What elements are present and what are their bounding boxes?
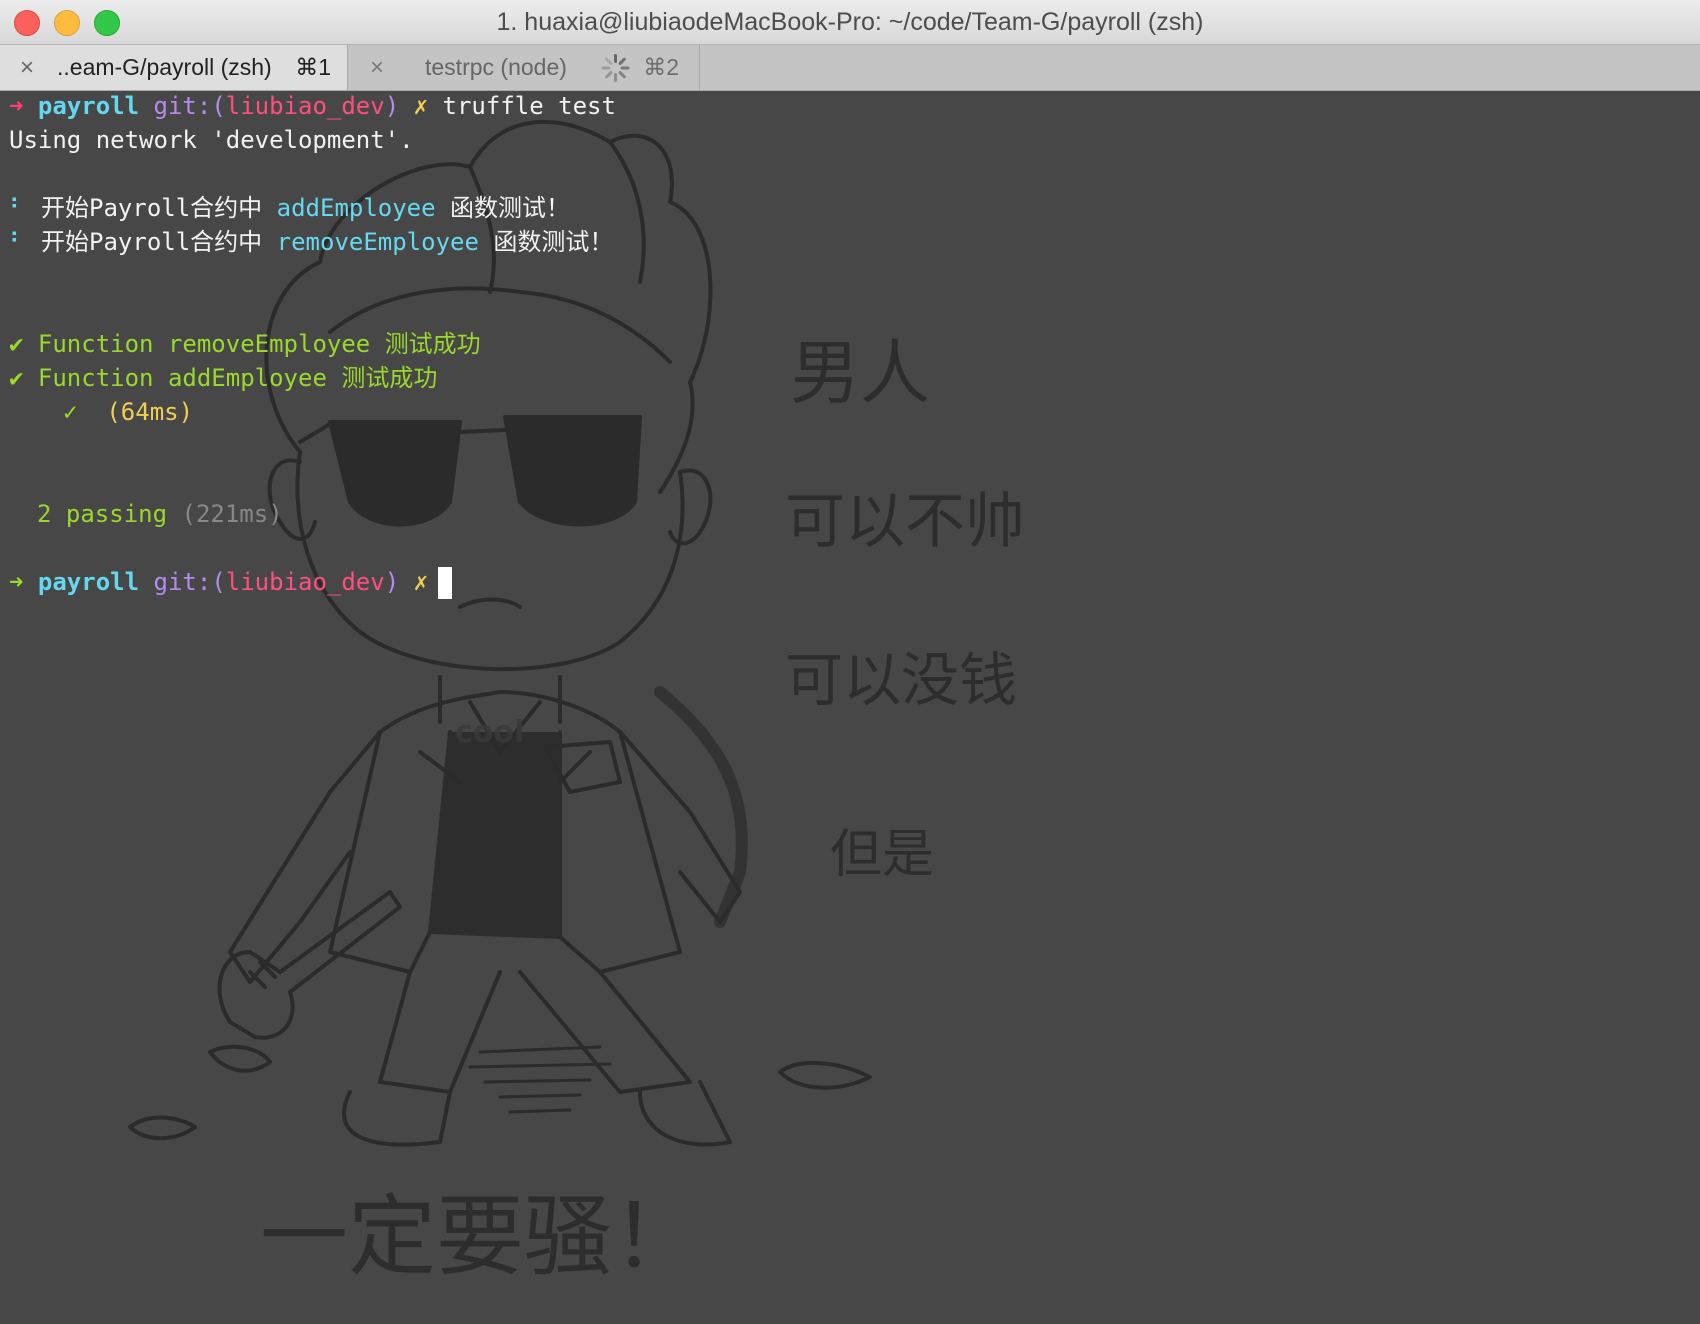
test-start-line-remove: ⠃ 开始Payroll合约中 removeEmployee 函数测试！ — [9, 225, 613, 259]
test-start-line-add: ⠃ 开始Payroll合约中 addEmployee 函数测试！ — [9, 191, 570, 225]
art-text-2: 可以不帅 — [785, 487, 1025, 557]
title-bar[interactable]: 1. huaxia@liubiaodeMacBook-Pro: ~/code/T… — [0, 0, 1700, 45]
terminal-window: 1. huaxia@liubiaodeMacBook-Pro: ~/code/T… — [0, 0, 1700, 1324]
git-suffix: ) — [384, 92, 400, 120]
prompt-arrow-icon: ➜ — [9, 568, 24, 596]
tab-shortcut: ⌘1 — [295, 54, 331, 80]
pass-text: Function addEmployee 测试成功 — [37, 364, 438, 392]
art-text-5: 一定要骚！ — [260, 1185, 700, 1288]
close-tab-icon[interactable]: × — [364, 45, 390, 90]
background-illustration: cool 男人 可以不帅 可以没钱 但是 一定要骚！ — [128, 119, 1025, 1288]
close-tab-icon[interactable]: × — [14, 45, 40, 90]
timing-line: ✓ (64ms) — [63, 395, 193, 429]
spinner-dots-icon: ⠃ — [9, 228, 27, 256]
spinner-dots-icon: ⠃ — [9, 194, 27, 222]
passing-summary: 2 passing (221ms) — [37, 497, 283, 531]
function-name: addEmployee — [276, 194, 436, 222]
git-branch: liubiao_dev — [225, 92, 385, 120]
passing-time: (221ms) — [181, 500, 283, 528]
art-text-4: 但是 — [830, 825, 934, 885]
test-start-suffix: 函数测试！ — [493, 228, 614, 256]
git-suffix: ) — [384, 568, 400, 596]
pass-line-remove: ✔ Function removeEmployee 测试成功 — [9, 327, 481, 361]
sub-check-icon: ✓ — [63, 398, 78, 426]
art-text-3: 可以没钱 — [785, 646, 1017, 714]
tab-label: testrpc (node) — [425, 54, 567, 80]
art-text-1: 男人 — [790, 332, 930, 414]
prompt-line-1: ➜ payroll git:(liubiao_dev) ✗ truffle te… — [9, 89, 616, 123]
dirty-mark-icon: ✗ — [413, 568, 429, 596]
test-start-suffix: 函数测试！ — [450, 194, 571, 222]
pass-text: Function removeEmployee 测试成功 — [37, 330, 481, 358]
check-icon: ✔ — [9, 364, 24, 392]
window-title: 1. huaxia@liubiaodeMacBook-Pro: ~/code/T… — [496, 8, 1204, 36]
tab-label: ..eam-G/payroll (zsh) — [57, 54, 272, 80]
tab-payroll-zsh[interactable]: × ..eam-G/payroll (zsh) ⌘1 — [0, 45, 348, 90]
test-start-prefix: 开始Payroll合约中 — [41, 228, 263, 256]
function-name: removeEmployee — [276, 228, 479, 256]
dirty-mark-icon: ✗ — [413, 92, 429, 120]
pass-line-add: ✔ Function addEmployee 测试成功 — [9, 361, 437, 395]
git-prefix: git:( — [153, 92, 226, 120]
timing-text: (64ms) — [106, 398, 194, 426]
prompt-cwd: payroll — [37, 568, 140, 596]
git-branch: liubiao_dev — [225, 568, 385, 596]
tab-testrpc-node[interactable]: × testrpc (node) ⌘2 — [348, 45, 700, 90]
activity-spinner-icon — [601, 54, 630, 82]
text-cursor[interactable] — [438, 567, 453, 599]
tab-bar: × ..eam-G/payroll (zsh) ⌘1 × testrpc (no… — [0, 45, 1700, 91]
prompt-cwd: payroll — [37, 92, 140, 120]
prompt-line-2: ➜ payroll git:(liubiao_dev) ✗ — [9, 565, 453, 599]
terminal-output[interactable]: cool 男人 可以不帅 可以没钱 但是 一定要骚！ ➜ payroll git… — [0, 92, 1700, 1324]
test-start-prefix: 开始Payroll合约中 — [41, 194, 263, 222]
network-line: Using network 'development'. — [9, 126, 414, 154]
passing-count: 2 passing — [37, 500, 168, 528]
shirt-text: cool — [455, 715, 524, 750]
check-icon: ✔ — [9, 330, 24, 358]
git-prefix: git:( — [153, 568, 226, 596]
tab-shortcut: ⌘2 — [643, 54, 679, 80]
command-text: truffle test — [442, 92, 616, 120]
prompt-arrow-icon: ➜ — [9, 92, 24, 120]
